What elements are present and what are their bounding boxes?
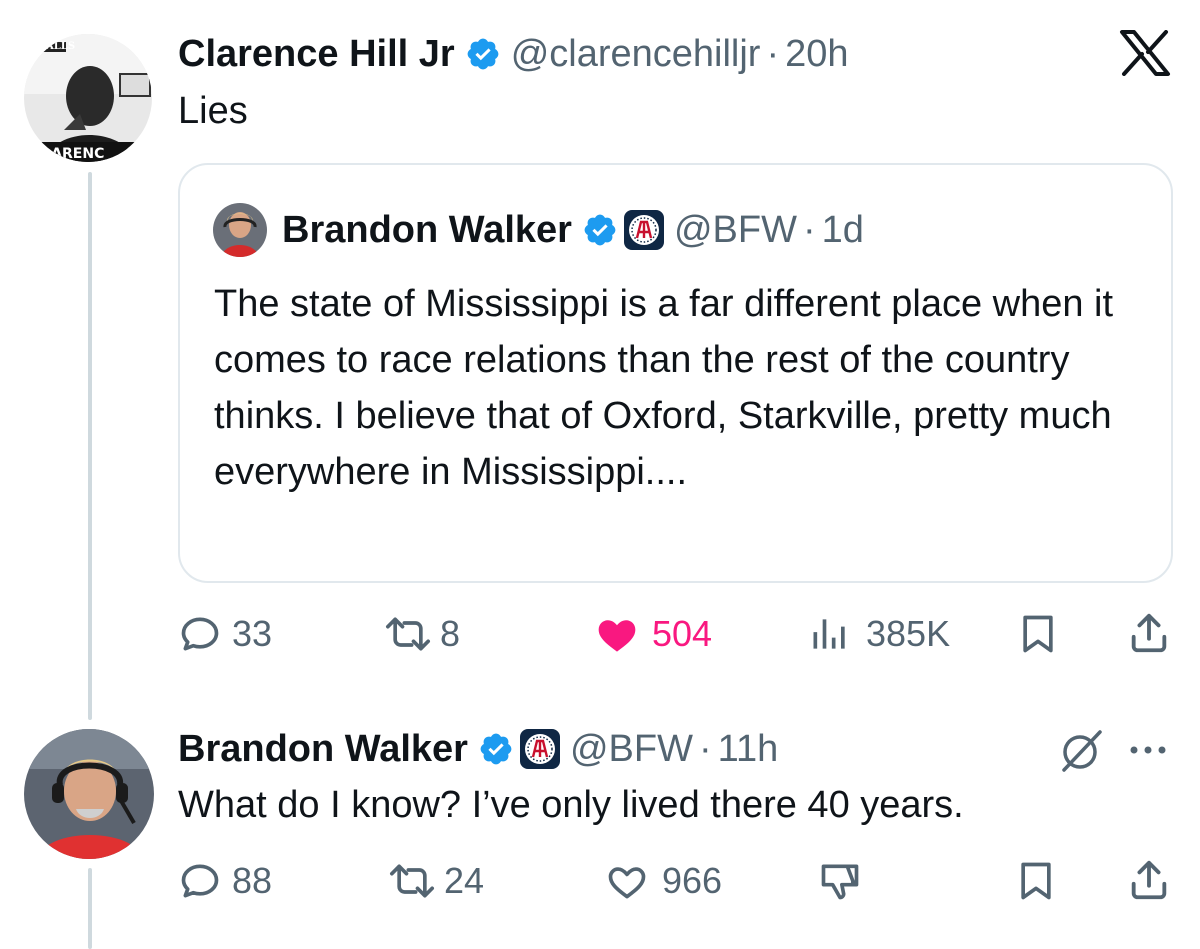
tweet2-verified-badge-icon — [478, 731, 514, 767]
x-logo-icon[interactable] — [1118, 30, 1172, 76]
tweet2-repost-count: 24 — [444, 860, 485, 901]
repost-icon — [386, 617, 430, 651]
tweet1-handle[interactable]: @clarencehilljr — [511, 33, 761, 76]
views-icon — [813, 619, 845, 649]
dislike-button[interactable] — [818, 859, 862, 903]
tweet2-bookmark-button[interactable] — [1014, 859, 1058, 903]
tweet2-time[interactable]: 11h — [718, 728, 779, 771]
grok-icon[interactable] — [1056, 726, 1106, 776]
tweet1-text: Lies — [178, 90, 248, 132]
tweet2-repost-button[interactable]: 24 — [386, 859, 484, 903]
avatar-brandon[interactable] — [24, 729, 154, 859]
thread-line-top — [88, 172, 92, 720]
reply-icon — [181, 617, 219, 651]
bookmark-icon — [1023, 615, 1053, 653]
tweet2-reply-icon — [181, 864, 219, 898]
tweet2-like-button[interactable]: 966 — [604, 859, 722, 903]
tweet2-barstool-badge-icon — [519, 729, 560, 769]
like-count: 504 — [652, 613, 713, 654]
tweet2-separator: · — [698, 727, 712, 770]
quote-header: Brandon Walker @BFW · 1d — [282, 205, 864, 255]
views-button[interactable]: 385K — [808, 612, 950, 656]
share-button[interactable] — [1126, 610, 1172, 656]
tweet2-text: What do I know? I’ve only lived there 40… — [178, 784, 964, 826]
quote-time: 1d — [821, 208, 864, 251]
quote-separator: · — [802, 208, 816, 251]
repost-button[interactable]: 8 — [382, 612, 460, 656]
verified-badge-icon — [465, 36, 501, 72]
avatar-brandon-image — [24, 729, 154, 859]
like-button[interactable]: 504 — [594, 612, 712, 656]
quote-verified-badge-icon — [582, 212, 618, 248]
quote-author-name[interactable]: Brandon Walker — [282, 209, 572, 252]
quote-text: The state of Mississippi is a far differ… — [214, 283, 1124, 493]
reply-count: 33 — [232, 613, 273, 654]
avatar-brandon-small-image — [213, 203, 267, 257]
bookmark-button[interactable] — [1016, 612, 1060, 656]
tweet2-share-button[interactable] — [1126, 857, 1172, 903]
tweet2-author-name[interactable]: Brandon Walker — [178, 728, 468, 771]
avatar-clarence-top-text: ALLS — [45, 41, 75, 52]
avatar-clarence-label: CLARENC — [32, 146, 104, 162]
repost-count: 8 — [440, 613, 461, 654]
tweet1-header: Clarence Hill Jr @clarencehilljr · 20h — [178, 28, 849, 80]
tweet2-reply-count: 88 — [232, 860, 273, 901]
tweet2-repost-icon — [390, 864, 434, 898]
tweet1-time[interactable]: 20h — [785, 33, 848, 76]
avatar-clarence-image: CLARENC ALLS — [24, 34, 152, 162]
tweet2-header: Brandon Walker @BFW · 11h — [178, 722, 778, 776]
thread-line-bottom — [88, 868, 92, 949]
avatar-clarence[interactable]: CLARENC ALLS — [24, 34, 152, 162]
dislike-icon — [821, 864, 859, 900]
tweet2-like-count: 966 — [662, 860, 723, 901]
tweet1-separator: · — [766, 32, 780, 75]
quote-handle[interactable]: @BFW — [674, 209, 797, 252]
barstool-badge-icon — [623, 210, 664, 250]
heart-icon — [598, 620, 636, 652]
tweet2-share-icon — [1131, 860, 1167, 900]
avatar-brandon-small[interactable] — [213, 203, 267, 257]
more-icon[interactable] — [1126, 740, 1170, 760]
share-icon — [1131, 613, 1167, 653]
tweet2-handle[interactable]: @BFW — [570, 728, 693, 771]
reply-button[interactable]: 33 — [178, 612, 272, 656]
views-count: 385K — [866, 613, 951, 654]
tweet1-author-name[interactable]: Clarence Hill Jr — [178, 33, 455, 76]
tweet2-bookmark-icon — [1021, 862, 1051, 900]
tweet2-reply-button[interactable]: 88 — [178, 859, 272, 903]
tweet2-heart-icon — [608, 867, 646, 899]
